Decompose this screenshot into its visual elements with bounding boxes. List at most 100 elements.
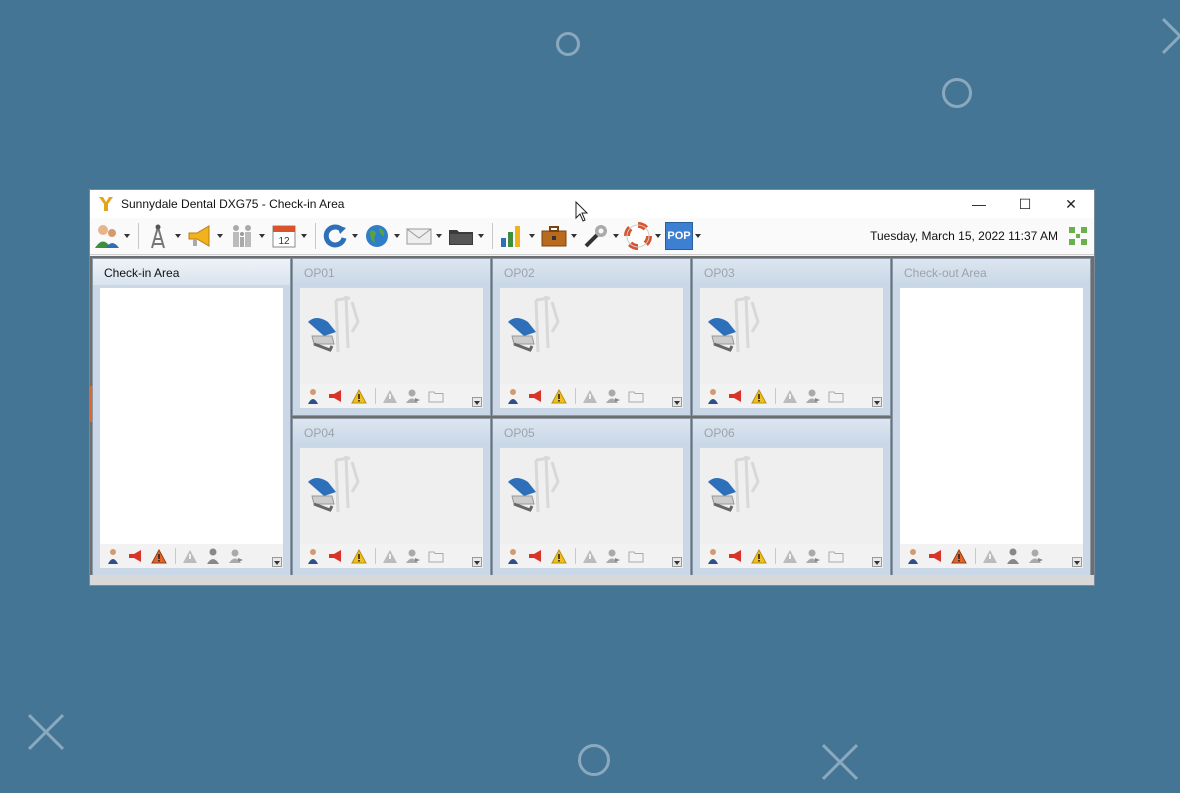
alert-gray-icon[interactable] <box>381 547 399 565</box>
warning-icon[interactable] <box>150 547 168 565</box>
expand-toggle-icon[interactable] <box>472 557 482 567</box>
operatory-panel[interactable]: OP02 <box>492 258 691 416</box>
toolbar-separator <box>138 223 139 249</box>
minimize-button[interactable]: — <box>956 190 1002 218</box>
folder-gray-icon[interactable] <box>427 547 445 565</box>
panel-body <box>700 288 883 408</box>
warning-icon[interactable] <box>550 547 568 565</box>
megaphone-icon[interactable] <box>327 547 345 565</box>
transfer-gray-icon[interactable] <box>804 547 822 565</box>
transfer-gray-icon[interactable] <box>1027 547 1045 565</box>
reports-button[interactable] <box>497 221 535 251</box>
panel-body <box>100 288 283 568</box>
app-logo-icon <box>99 197 113 211</box>
warning-icon[interactable] <box>950 547 968 565</box>
patient-icon[interactable] <box>904 547 922 565</box>
help-button[interactable] <box>623 221 661 251</box>
calendar-icon: 12 <box>272 225 296 248</box>
expand-toggle-icon[interactable] <box>272 557 282 567</box>
operatory-panel[interactable]: OP04 <box>292 418 491 576</box>
alert-gray-icon[interactable] <box>181 547 199 565</box>
warning-icon[interactable] <box>350 547 368 565</box>
alert-gray-icon[interactable] <box>581 547 599 565</box>
transfer-gray-icon[interactable] <box>404 387 422 405</box>
network-button[interactable] <box>143 221 181 251</box>
folder-gray-icon[interactable] <box>427 387 445 405</box>
notify-button[interactable] <box>185 221 223 251</box>
warning-icon[interactable] <box>350 387 368 405</box>
expand-toggle-icon[interactable] <box>872 557 882 567</box>
transfer-gray-icon[interactable] <box>804 387 822 405</box>
megaphone-icon[interactable] <box>727 547 745 565</box>
panel-title: Check-in Area <box>93 259 290 285</box>
megaphone-icon[interactable] <box>327 387 345 405</box>
icon-separator <box>575 548 576 564</box>
transfer-gray-icon[interactable] <box>227 547 245 565</box>
transfer-gray-icon[interactable] <box>604 547 622 565</box>
alert-gray-icon[interactable] <box>581 387 599 405</box>
transfer-gray-icon[interactable] <box>604 387 622 405</box>
megaphone-icon[interactable] <box>127 547 145 565</box>
mail-button[interactable] <box>404 221 442 251</box>
grid-view-icon[interactable] <box>1068 226 1088 246</box>
folder-gray-icon[interactable] <box>827 387 845 405</box>
warning-icon[interactable] <box>750 547 768 565</box>
operatory-panel[interactable]: OP01 <box>292 258 491 416</box>
patient-icon[interactable] <box>104 547 122 565</box>
megaphone-icon[interactable] <box>927 547 945 565</box>
dropdown-arrow-icon <box>352 234 358 238</box>
alert-gray-icon[interactable] <box>981 547 999 565</box>
icon-separator <box>775 548 776 564</box>
panel-title: OP05 <box>493 419 690 445</box>
megaphone-icon[interactable] <box>527 547 545 565</box>
patient-icon[interactable] <box>704 547 722 565</box>
checkin-panel[interactable]: Check-in Area <box>92 258 291 576</box>
tools-button[interactable] <box>581 221 619 251</box>
expand-toggle-icon[interactable] <box>672 397 682 407</box>
refresh-button[interactable] <box>320 221 358 251</box>
folder-icon <box>449 230 473 245</box>
expand-toggle-icon[interactable] <box>872 397 882 407</box>
alert-gray-icon[interactable] <box>381 387 399 405</box>
refresh-icon <box>323 224 347 248</box>
dental-chair-icon <box>308 295 360 353</box>
folder-gray-icon[interactable] <box>627 387 645 405</box>
patients-button[interactable] <box>92 221 130 251</box>
family-button[interactable] <box>227 221 265 251</box>
operatory-panel[interactable]: OP05 <box>492 418 691 576</box>
patient-icon[interactable] <box>504 387 522 405</box>
expand-toggle-icon[interactable] <box>672 557 682 567</box>
web-button[interactable] <box>362 221 400 251</box>
status-strip <box>90 575 1094 585</box>
person-gray-icon[interactable] <box>1004 547 1022 565</box>
folder-gray-icon[interactable] <box>827 547 845 565</box>
person-gray-icon[interactable] <box>204 547 222 565</box>
patient-icon[interactable] <box>704 387 722 405</box>
panel-icon-bar <box>300 544 483 568</box>
patient-icon[interactable] <box>304 547 322 565</box>
alert-gray-icon[interactable] <box>781 547 799 565</box>
transfer-gray-icon[interactable] <box>404 547 422 565</box>
folder-button[interactable] <box>446 221 484 251</box>
dental-chair-icon <box>308 455 360 513</box>
maximize-button[interactable]: ☐ <box>1002 190 1048 218</box>
warning-icon[interactable] <box>550 387 568 405</box>
pop-button[interactable]: POP <box>665 222 701 250</box>
megaphone-icon[interactable] <box>527 387 545 405</box>
warning-icon[interactable] <box>750 387 768 405</box>
checkout-panel[interactable]: Check-out Area <box>892 258 1091 576</box>
expand-toggle-icon[interactable] <box>472 397 482 407</box>
megaphone-icon[interactable] <box>727 387 745 405</box>
patient-icon[interactable] <box>504 547 522 565</box>
office-button[interactable] <box>539 221 577 251</box>
expand-toggle-icon[interactable] <box>1072 557 1082 567</box>
patient-icon[interactable] <box>304 387 322 405</box>
panel-body <box>700 448 883 568</box>
calendar-button[interactable]: 12 <box>269 221 307 251</box>
alert-gray-icon[interactable] <box>781 387 799 405</box>
close-button[interactable]: ✕ <box>1048 190 1094 218</box>
icon-separator <box>975 548 976 564</box>
folder-gray-icon[interactable] <box>627 547 645 565</box>
operatory-panel[interactable]: OP06 <box>692 418 891 576</box>
operatory-panel[interactable]: OP03 <box>692 258 891 416</box>
